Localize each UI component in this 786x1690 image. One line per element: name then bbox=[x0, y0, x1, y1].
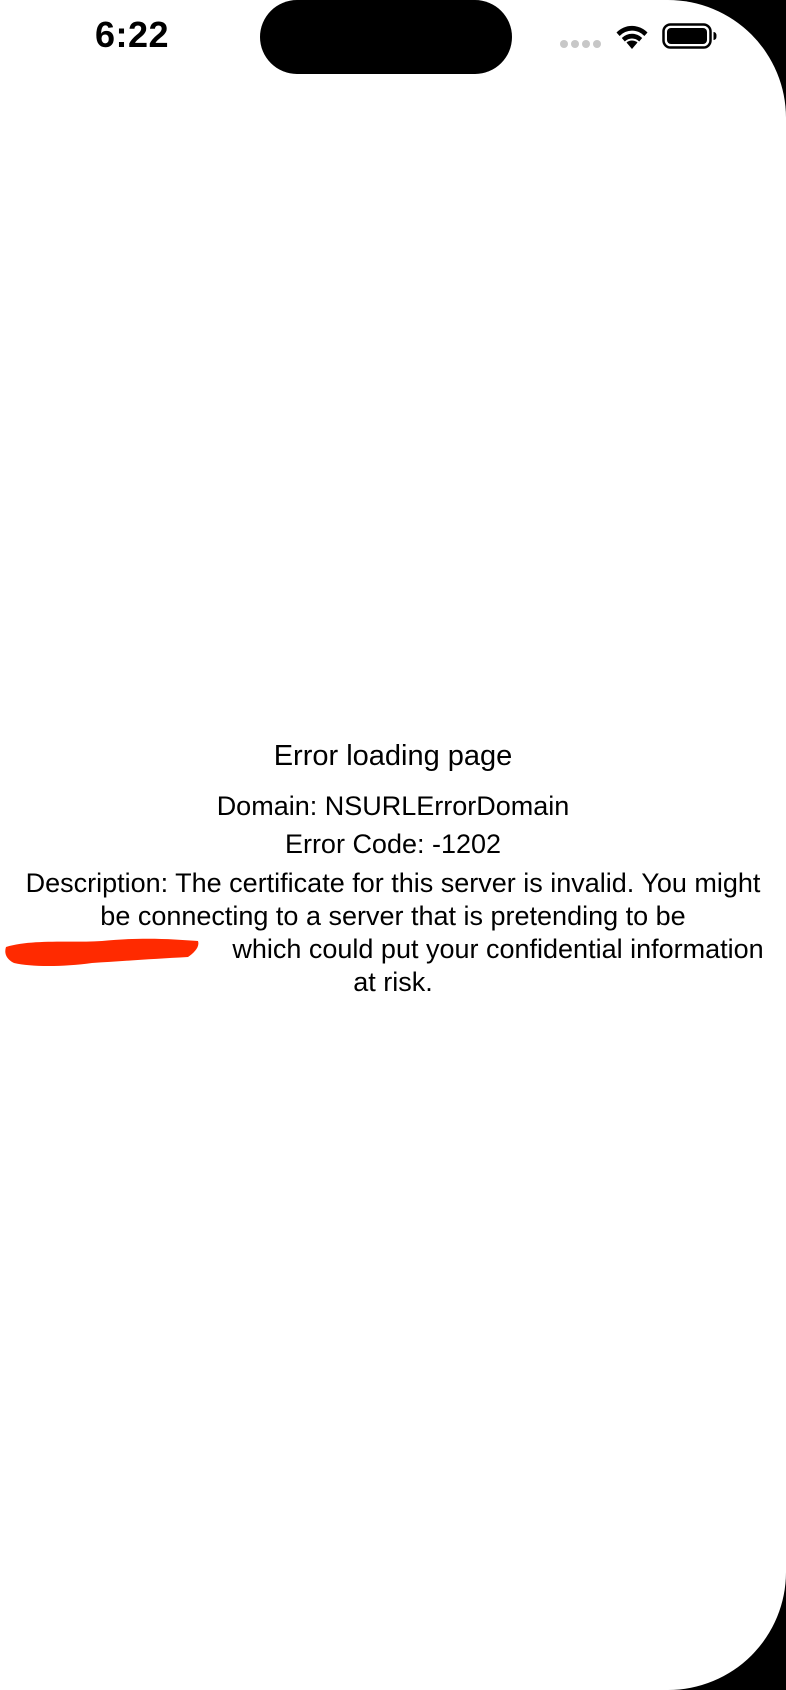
battery-icon bbox=[662, 23, 717, 49]
error-code: Error Code: -1202 bbox=[284, 829, 502, 859]
app-screen: 6:22 Error loading page Domain: NSURLErr… bbox=[0, 0, 786, 1690]
status-time: 6:22 bbox=[95, 14, 170, 55]
wifi-icon bbox=[616, 25, 648, 49]
redaction-mark bbox=[5, 938, 199, 966]
error-description-line: Description: The certificate for this se… bbox=[25, 868, 761, 898]
cellular-signal-icon bbox=[560, 40, 602, 50]
error-title: Error loading page bbox=[273, 740, 513, 772]
error-domain: Domain: NSURLErrorDomain bbox=[216, 791, 570, 821]
dynamic-island bbox=[260, 0, 512, 74]
error-message: Error loading page Domain: NSURLErrorDom… bbox=[0, 735, 786, 997]
error-description-line: be connecting to a server that is preten… bbox=[100, 901, 686, 931]
